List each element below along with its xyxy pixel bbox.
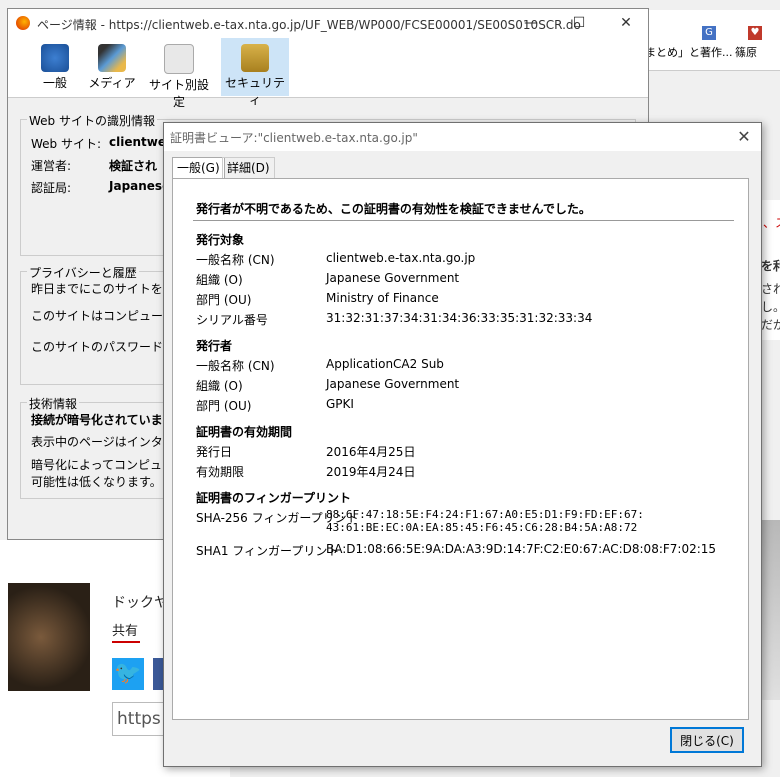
owner-value: 検証され: [109, 159, 158, 173]
close-icon[interactable]: ✕: [730, 125, 758, 149]
issuer-o-label: 組織 (O): [196, 379, 243, 393]
article-thumbnail[interactable]: [8, 583, 90, 691]
maximize-button[interactable]: ☐: [566, 13, 592, 33]
sha1-label: SHA1 フィンガープリント: [196, 544, 340, 558]
sha1-value: BA:D1:08:66:5E:9A:DA:A3:9D:14:7F:C2:E0:6…: [326, 542, 717, 556]
verification-warning: 発行者が不明であるため、この証明書の有効性を検証できませんでした。: [196, 202, 591, 216]
issuer-ou-label: 部門 (OU): [196, 399, 252, 413]
tab-security[interactable]: セキュリティ: [221, 38, 289, 107]
expires-value: 2019年4月24日: [326, 465, 416, 479]
media-icon: [98, 44, 126, 72]
tab-label: メディア: [88, 76, 136, 90]
twitter-icon[interactable]: 🐦: [112, 658, 144, 690]
encryption-detail: 可能性は低くなります。: [31, 475, 162, 489]
background-tab[interactable]: まとめ」と著作...: [645, 44, 733, 60]
page-info-toolbar: 一般 メディア サイト別設定 セキュリティ: [8, 37, 648, 109]
background-tab[interactable]: 篠原: [735, 44, 757, 60]
share-label: 共有: [112, 624, 139, 639]
issued-value: 2016年4月25日: [326, 445, 416, 459]
issuer-header: 発行者: [196, 339, 233, 353]
close-icon[interactable]: ✕: [613, 13, 639, 33]
identity-header: Web サイトの識別情報: [27, 112, 157, 129]
fingerprints-header: 証明書のフィンガープリント: [196, 491, 352, 505]
share-underline: [112, 641, 140, 643]
subject-ou-value: Ministry of Finance: [326, 291, 439, 305]
certificate-viewer-dialog: 証明書ビューア:"clientweb.e-tax.nta.go.jp" ✕ 一般…: [163, 122, 762, 767]
info-icon: [41, 44, 69, 72]
subject-cn-label: 一般名称 (CN): [196, 253, 275, 267]
issuer-ou-value: GPKI: [326, 397, 354, 411]
expires-label: 有効期限: [196, 465, 245, 479]
tab-media[interactable]: メディア: [86, 38, 138, 96]
issuer-cn-label: 一般名称 (CN): [196, 359, 275, 373]
certificate-title: 証明書ビューア:"clientweb.e-tax.nta.go.jp": [170, 131, 418, 145]
issued-label: 発行日: [196, 445, 233, 459]
article-title[interactable]: ドックヤ: [112, 592, 168, 612]
sha256-value-line2: 43:61:BE:EC:0A:EA:85:45:F6:45:C6:28:B4:5…: [326, 521, 638, 534]
firefox-icon: [16, 16, 30, 30]
google-icon[interactable]: G: [702, 26, 716, 40]
subject-ou-label: 部門 (OU): [196, 293, 252, 307]
certificate-titlebar: 証明書ビューア:"clientweb.e-tax.nta.go.jp" ✕: [164, 123, 761, 151]
tab-general[interactable]: 一般: [30, 38, 80, 96]
validity-header: 証明書の有効期間: [196, 425, 293, 439]
issuer-o-value: Japanese Government: [326, 377, 460, 391]
background-text: され: [761, 282, 780, 296]
lock-icon: [241, 44, 269, 72]
subject-o-label: 組織 (O): [196, 273, 243, 287]
tab-label: セキュリティ: [224, 76, 285, 107]
subject-header: 発行対象: [196, 233, 245, 247]
subject-cn-value: clientweb.e-tax.nta.go.jp: [326, 251, 476, 265]
encryption-status: 接続が暗号化されています: [31, 413, 175, 427]
tab-permissions[interactable]: サイト別設定: [144, 38, 214, 109]
background-text: し。開: [761, 300, 780, 314]
owner-label: 運営者:: [31, 159, 72, 173]
website-label: Web サイト:: [31, 137, 102, 151]
serial-label: シリアル番号: [196, 313, 268, 327]
issuer-cn-value: ApplicationCA2 Sub: [326, 357, 444, 371]
tab-general[interactable]: 一般(G): [172, 157, 225, 179]
page-info-title: ページ情報 - https://clientweb.e-tax.nta.go.j…: [37, 18, 581, 32]
background-text: 、ス: [763, 216, 780, 230]
certificate-general-panel: 発行者が不明であるため、この証明書の有効性を検証できませんでした。 発行対象 一…: [172, 178, 749, 720]
settings-icon: [164, 44, 194, 74]
divider: [193, 220, 734, 221]
minimize-button[interactable]: —: [518, 13, 544, 33]
tab-label: 一般: [42, 76, 67, 90]
subject-o-value: Japanese Government: [326, 271, 460, 285]
pocket-icon[interactable]: ♥: [748, 26, 762, 40]
close-button[interactable]: 閉じる(C): [670, 727, 744, 753]
background-text: だが: [761, 318, 780, 332]
background-text: を利: [761, 259, 780, 273]
page-info-titlebar: ページ情報 - https://clientweb.e-tax.nta.go.j…: [8, 9, 648, 37]
background-toolbar: G ♥: [640, 10, 780, 71]
tab-details[interactable]: 詳細(D): [222, 157, 275, 178]
verifier-label: 認証局:: [31, 181, 72, 195]
privacy-header: プライバシーと履歴: [27, 264, 139, 281]
sha256-value-line1: 88:6F:47:18:5E:F4:24:F1:67:A0:E5:D1:F9:F…: [326, 508, 644, 521]
tab-label: サイト別設定: [148, 78, 209, 109]
technical-header: 技術情報: [27, 395, 80, 412]
serial-value: 31:32:31:37:34:31:34:36:33:35:31:32:33:3…: [326, 311, 593, 325]
verifier-value: Japanese: [109, 179, 171, 193]
